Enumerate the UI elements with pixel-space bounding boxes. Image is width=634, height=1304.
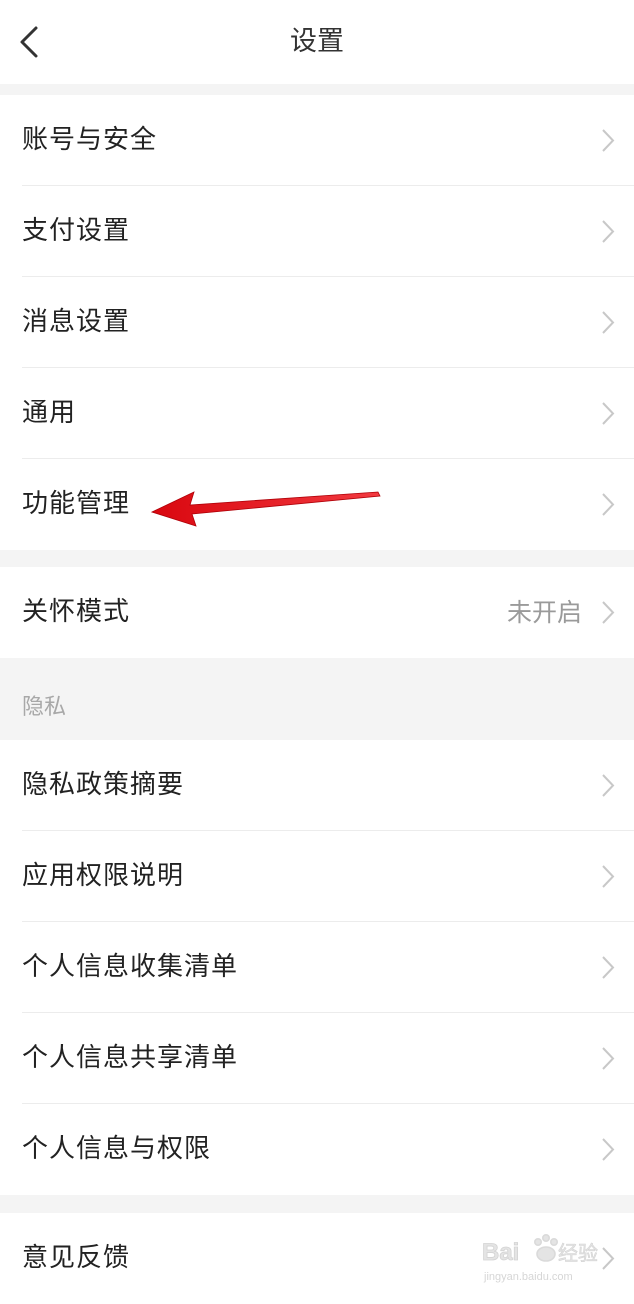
settings-item-label: 消息设置 — [22, 307, 131, 337]
chevron-right-icon — [602, 601, 615, 624]
settings-item-label: 个人信息收集清单 — [22, 952, 239, 982]
chevron-right-icon — [602, 220, 615, 243]
chevron-right-icon — [602, 1138, 615, 1161]
chevron-right-icon — [602, 129, 615, 152]
settings-item-label: 关怀模式 — [22, 597, 131, 627]
settings-group-privacy: 隐私政策摘要 应用权限说明 个人信息收集清单 个人信息共享清单 个人信息与权限 — [0, 740, 634, 1195]
settings-item-label: 通用 — [22, 398, 77, 428]
page-title: 设置 — [290, 26, 344, 57]
chevron-right-icon — [602, 493, 615, 516]
settings-item-payment[interactable]: 支付设置 — [0, 186, 634, 277]
settings-item-label: 意见反馈 — [22, 1243, 131, 1273]
baidu-watermark-logo: Bai 经验 jingyan.baidu.com — [482, 1234, 598, 1283]
settings-item-label: 应用权限说明 — [22, 861, 185, 891]
settings-item-privacy-summary[interactable]: 隐私政策摘要 — [0, 740, 634, 831]
svg-text:经验: 经验 — [558, 1242, 598, 1265]
svg-text:Bai: Bai — [482, 1239, 519, 1266]
svg-text:jingyan.baidu.com: jingyan.baidu.com — [483, 1271, 573, 1283]
settings-item-label: 个人信息共享清单 — [22, 1043, 239, 1073]
chevron-right-icon — [602, 956, 615, 979]
settings-item-label: 个人信息与权限 — [22, 1134, 212, 1164]
chevron-right-icon — [602, 865, 615, 888]
settings-item-account-security[interactable]: 账号与安全 — [0, 95, 634, 186]
settings-item-info-and-permissions[interactable]: 个人信息与权限 — [0, 1104, 634, 1195]
chevron-right-icon — [602, 774, 615, 797]
settings-item-label: 隐私政策摘要 — [22, 770, 185, 800]
annotation-arrow-icon — [150, 491, 381, 527]
settings-item-messages[interactable]: 消息设置 — [0, 277, 634, 368]
settings-item-label: 账号与安全 — [22, 125, 158, 155]
chevron-right-icon — [602, 402, 615, 425]
chevron-right-icon — [602, 1247, 615, 1270]
settings-item-general[interactable]: 通用 — [0, 368, 634, 459]
settings-item-label: 功能管理 — [22, 489, 131, 519]
chevron-right-icon — [602, 311, 615, 334]
care-mode-status: 未开启 — [506, 598, 582, 627]
settings-item-label: 支付设置 — [22, 216, 131, 246]
settings-item-care-mode[interactable]: 关怀模式 未开启 — [0, 567, 634, 658]
settings-item-info-collection-list[interactable]: 个人信息收集清单 — [0, 922, 634, 1013]
section-title-privacy: 隐私 — [22, 695, 67, 720]
settings-item-info-sharing-list[interactable]: 个人信息共享清单 — [0, 1013, 634, 1104]
settings-group-care: 关怀模式 未开启 — [0, 567, 634, 658]
navigation-bar: 设置 — [0, 0, 634, 84]
chevron-right-icon — [602, 1047, 615, 1070]
settings-item-app-permissions[interactable]: 应用权限说明 — [0, 831, 634, 922]
